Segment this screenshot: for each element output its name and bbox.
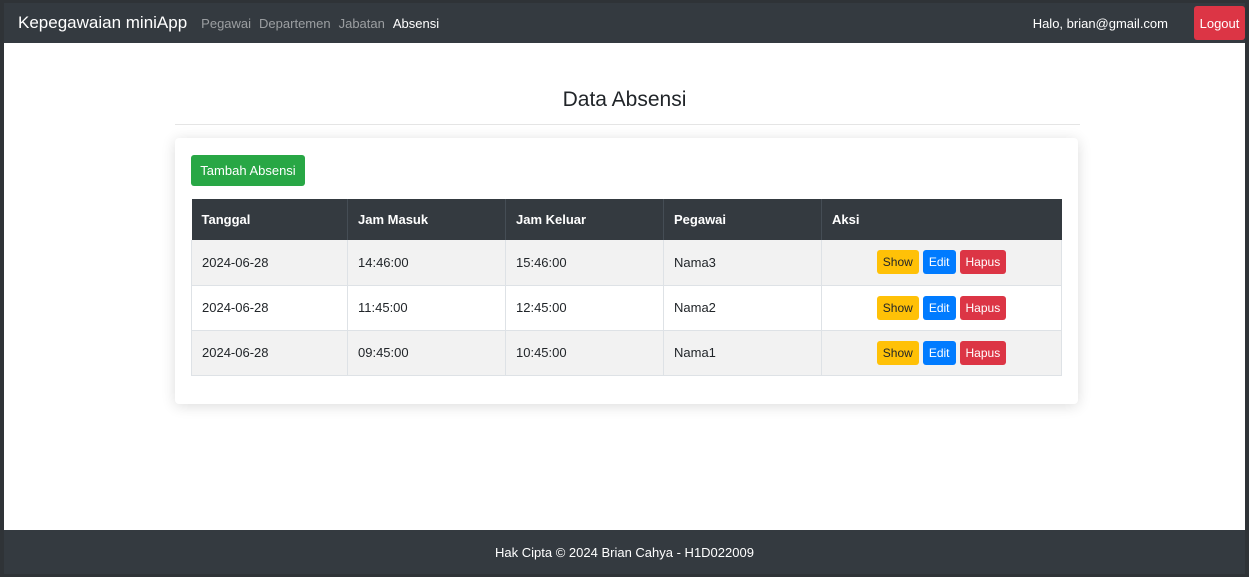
cell-pegawai: Nama2	[663, 285, 822, 331]
delete-button[interactable]: Hapus	[959, 250, 1007, 275]
absensi-card: Tambah Absensi Tanggal Jam Masuk Jam Kel…	[175, 138, 1078, 404]
footer-copyright: Hak Cipta © 2024 Brian Cahya - H1D022009	[495, 544, 754, 560]
cell-aksi: Show Edit Hapus	[821, 330, 1062, 376]
logout-button[interactable]: Logout	[1194, 6, 1245, 40]
header-jam-keluar: Jam Keluar	[505, 199, 664, 240]
edit-button[interactable]: Edit	[922, 340, 956, 365]
show-button[interactable]: Show	[876, 340, 919, 365]
cell-jam-masuk: 14:46:00	[347, 240, 506, 286]
edit-button[interactable]: Edit	[922, 250, 956, 275]
cell-jam-keluar: 10:45:00	[505, 330, 664, 376]
cell-jam-keluar: 15:46:00	[505, 240, 664, 286]
cell-jam-keluar: 12:45:00	[505, 285, 664, 331]
cell-aksi: Show Edit Hapus	[821, 285, 1062, 331]
table-header-row: Tanggal Jam Masuk Jam Keluar Pegawai Aks…	[191, 199, 1062, 240]
header-pegawai: Pegawai	[663, 199, 822, 240]
show-button[interactable]: Show	[876, 250, 919, 275]
cell-pegawai: Nama3	[663, 240, 822, 286]
title-divider	[175, 124, 1080, 125]
absensi-table: Tanggal Jam Masuk Jam Keluar Pegawai Aks…	[191, 199, 1062, 376]
app-window: Kepegawaian miniApp Pegawai Departemen J…	[4, 3, 1245, 574]
navbar: Kepegawaian miniApp Pegawai Departemen J…	[4, 3, 1245, 43]
header-tanggal: Tanggal	[191, 199, 348, 240]
header-aksi: Aksi	[821, 199, 1062, 240]
cell-jam-masuk: 09:45:00	[347, 330, 506, 376]
cell-pegawai: Nama1	[663, 330, 822, 376]
table-row: 2024-06-28 09:45:00 10:45:00 Nama1 Show …	[191, 330, 1062, 376]
cell-tanggal: 2024-06-28	[191, 240, 348, 286]
user-greeting: Halo, brian@gmail.com	[1032, 15, 1168, 31]
nav-link-departemen[interactable]: Departemen	[259, 16, 331, 31]
header-jam-masuk: Jam Masuk	[347, 199, 506, 240]
brand-link[interactable]: Kepegawaian miniApp	[18, 13, 187, 33]
cell-tanggal: 2024-06-28	[191, 285, 348, 331]
nav-link-absensi[interactable]: Absensi	[393, 16, 439, 31]
edit-button[interactable]: Edit	[922, 295, 956, 320]
nav-links: Pegawai Departemen Jabatan Absensi	[201, 16, 447, 31]
footer: Hak Cipta © 2024 Brian Cahya - H1D022009	[4, 530, 1245, 574]
cell-aksi: Show Edit Hapus	[821, 240, 1062, 286]
add-absensi-button[interactable]: Tambah Absensi	[191, 155, 305, 186]
table-row: 2024-06-28 14:46:00 15:46:00 Nama3 Show …	[191, 240, 1062, 286]
nav-link-jabatan[interactable]: Jabatan	[339, 16, 385, 31]
nav-user-area: Halo, brian@gmail.com Logout	[1033, 3, 1245, 43]
cell-tanggal: 2024-06-28	[191, 330, 348, 376]
delete-button[interactable]: Hapus	[959, 340, 1007, 365]
show-button[interactable]: Show	[876, 295, 919, 320]
cell-jam-masuk: 11:45:00	[347, 285, 506, 331]
table-row: 2024-06-28 11:45:00 12:45:00 Nama2 Show …	[191, 285, 1062, 331]
page-title: Data Absensi	[562, 88, 687, 111]
delete-button[interactable]: Hapus	[959, 295, 1007, 320]
nav-link-pegawai[interactable]: Pegawai	[201, 16, 251, 31]
